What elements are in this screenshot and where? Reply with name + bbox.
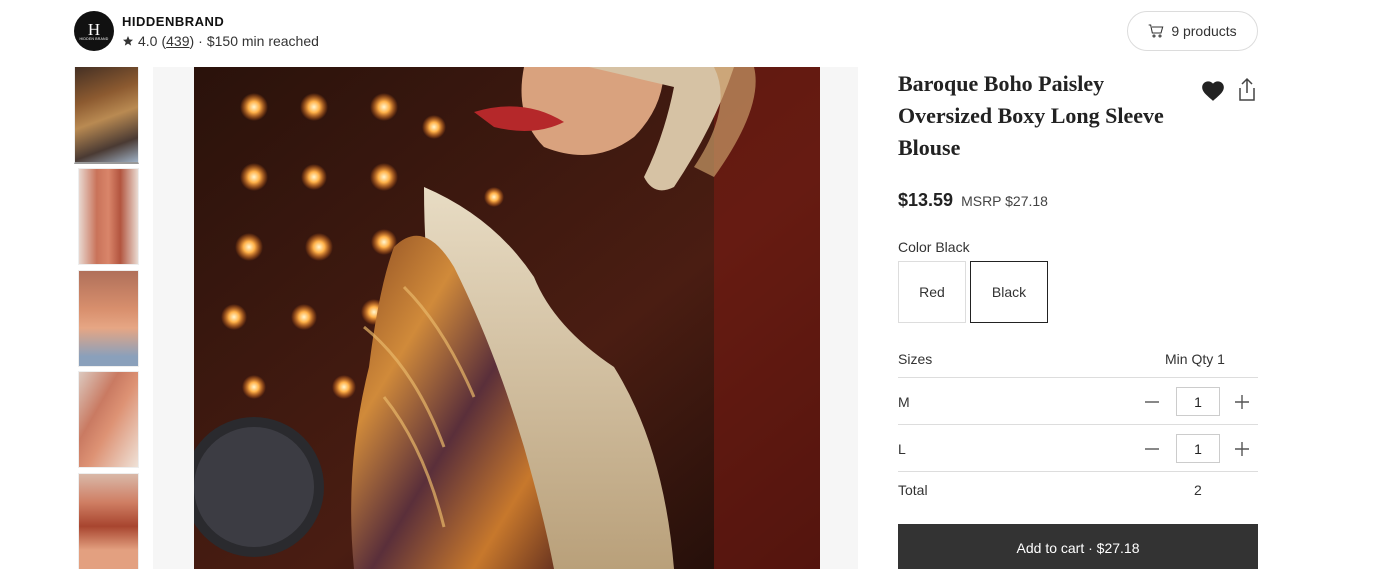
color-label: Color Black xyxy=(898,239,970,255)
review-count-wrap: (439) xyxy=(161,32,195,49)
price-row: $13.59 MSRP $27.18 xyxy=(898,190,1048,211)
products-button-label: 9 products xyxy=(1171,23,1237,39)
thumbnail-strip xyxy=(74,67,140,569)
thumbnail-image xyxy=(79,271,138,366)
plus-icon xyxy=(1235,395,1249,409)
plus-icon xyxy=(1235,442,1249,456)
increase-qty-button[interactable] xyxy=(1232,392,1252,412)
quantity-input[interactable] xyxy=(1176,434,1220,463)
product-photo xyxy=(194,67,820,569)
shop-name[interactable]: HIDDENBRAND xyxy=(122,14,319,29)
thumbnail-5[interactable] xyxy=(78,473,139,569)
thumbnail-4[interactable] xyxy=(78,371,139,468)
logo-letter: H xyxy=(87,19,101,39)
size-label: L xyxy=(898,441,906,457)
thumbnail-image xyxy=(79,474,138,569)
products-button[interactable]: 9 products xyxy=(1127,11,1258,51)
size-row-l: L xyxy=(898,425,1258,472)
shop-rating: 4.0 xyxy=(138,32,158,49)
thumbnail-image xyxy=(75,67,138,162)
review-count-link[interactable]: 439 xyxy=(166,33,189,49)
share-icon xyxy=(1239,77,1255,101)
heart-icon xyxy=(1202,81,1224,101)
shop-header: H HIDDEN BRAND HIDDENBRAND 4.0 (439) · $… xyxy=(74,11,319,51)
msrp-price: MSRP $27.18 xyxy=(961,193,1048,209)
minus-icon xyxy=(1145,448,1159,450)
shop-info: HIDDENBRAND 4.0 (439) · $150 min reached xyxy=(122,14,319,49)
shop-logo[interactable]: H HIDDEN BRAND xyxy=(74,11,114,51)
logo-subtext: HIDDEN BRAND xyxy=(79,36,109,41)
size-row-m: M xyxy=(898,378,1258,425)
color-option-black[interactable]: Black xyxy=(970,261,1048,323)
quantity-input[interactable] xyxy=(1176,387,1220,416)
thumbnail-1[interactable] xyxy=(74,67,139,164)
thumbnail-image xyxy=(79,169,138,264)
sizes-label: Sizes xyxy=(898,351,933,367)
add-to-cart-button[interactable]: Add to cart · $27.18 xyxy=(898,524,1258,569)
product-price: $13.59 xyxy=(898,190,954,210)
decrease-qty-button[interactable] xyxy=(1142,439,1162,459)
thumbnail-image xyxy=(79,372,138,467)
sizes-header: Sizes Min Qty 1 xyxy=(898,351,1258,378)
main-product-image[interactable] xyxy=(194,67,820,569)
favorite-button[interactable] xyxy=(1200,78,1226,102)
size-label: M xyxy=(898,394,910,410)
min-qty-label: Min Qty 1 xyxy=(1165,351,1225,367)
share-button[interactable] xyxy=(1236,77,1258,103)
product-title: Baroque Boho Paisley Oversized Boxy Long… xyxy=(898,71,1164,160)
increase-qty-button[interactable] xyxy=(1232,439,1252,459)
minus-icon xyxy=(1145,401,1159,403)
total-label: Total xyxy=(898,482,928,498)
star-icon xyxy=(123,35,133,46)
thumbnail-3[interactable] xyxy=(78,270,139,367)
main-image-container xyxy=(153,67,858,569)
min-order-status: $150 min reached xyxy=(206,32,319,49)
separator-dot: · xyxy=(198,32,203,49)
thumbnail-2[interactable] xyxy=(78,168,139,265)
total-value: 2 xyxy=(1194,482,1202,498)
decrease-qty-button[interactable] xyxy=(1142,392,1162,412)
color-option-red[interactable]: Red xyxy=(898,261,966,323)
shop-meta: 4.0 (439) · $150 min reached xyxy=(122,33,319,49)
cart-icon xyxy=(1148,24,1164,38)
